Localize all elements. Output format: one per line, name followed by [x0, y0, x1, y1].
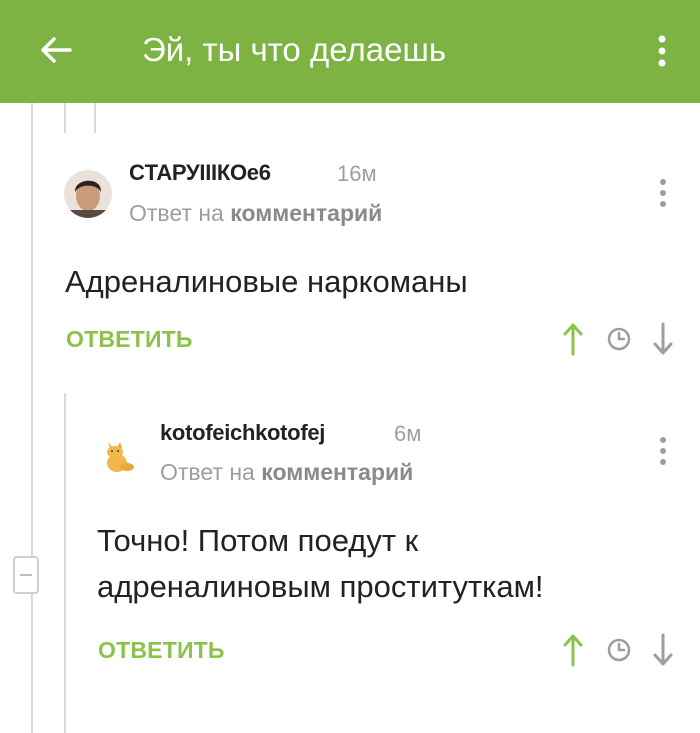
reply-to-line: Ответ на комментарий — [129, 200, 382, 227]
avatar[interactable] — [100, 434, 140, 474]
thread-line-stub-2 — [94, 103, 96, 133]
avatar-photo-icon — [64, 170, 112, 218]
reply-to-prefix: Ответ на — [160, 459, 255, 485]
downvote-icon[interactable] — [652, 322, 674, 356]
thread-line-outer — [31, 103, 33, 733]
app-bar: Эй, ты что делаешь — [0, 0, 700, 103]
upvote-icon[interactable] — [562, 322, 584, 356]
comment-author[interactable]: kotofeichkotofej — [160, 420, 325, 446]
arrow-left-icon[interactable] — [36, 30, 76, 70]
downvote-icon[interactable] — [652, 633, 674, 667]
page-title: Эй, ты что делаешь — [142, 31, 447, 68]
comment-time: 6м — [394, 421, 422, 446]
avatar[interactable] — [64, 170, 112, 218]
more-vertical-icon[interactable] — [650, 32, 674, 72]
upvote-icon[interactable] — [562, 633, 584, 667]
comment-text: Адреналиновые наркоманы — [65, 264, 468, 299]
reply-to-link[interactable]: комментарий — [261, 459, 413, 485]
thread-line-stub-1 — [64, 103, 66, 133]
collapse-thread-button[interactable] — [13, 556, 39, 594]
reply-button[interactable]: ОТВЕТИТЬ — [66, 326, 193, 353]
reply-to-link[interactable]: комментарий — [230, 200, 382, 226]
clock-icon[interactable] — [606, 326, 632, 352]
thread-line-inner — [64, 393, 66, 733]
reply-to-prefix: Ответ на — [129, 200, 224, 226]
reply-to-line: Ответ на комментарий — [160, 459, 413, 486]
comment-text-line-2: адреналиновым проституткам! — [97, 569, 544, 604]
comment-text-line-1: Точно! Потом поедут к — [97, 523, 419, 558]
comment-menu-icon[interactable] — [656, 436, 670, 466]
reply-button[interactable]: ОТВЕТИТЬ — [98, 637, 225, 664]
comment-author[interactable]: CТАРУIIIКОе6 — [129, 160, 271, 186]
clock-icon[interactable] — [606, 637, 632, 663]
comment-time: 16м — [337, 161, 377, 186]
comment-text: Точно! Потом поедут к адреналиновым прос… — [97, 518, 544, 610]
comment-menu-icon[interactable] — [656, 178, 670, 208]
